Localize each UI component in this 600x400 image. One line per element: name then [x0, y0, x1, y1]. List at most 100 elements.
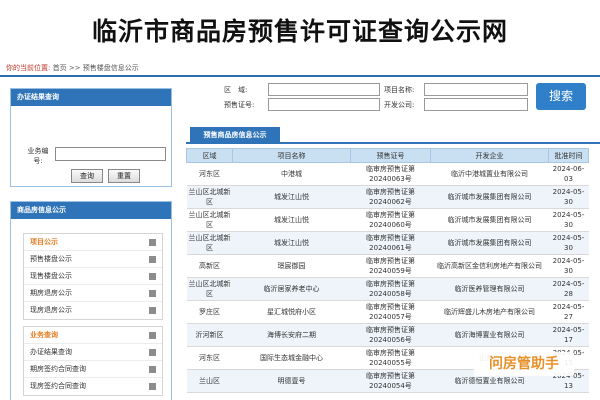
menu-item-presale-refunds[interactable]: 期房退房公示: [24, 285, 162, 302]
cell-project-link[interactable]: 国际生态城金融中心: [232, 346, 351, 370]
cell-project-link[interactable]: 海博长安府二期: [232, 323, 351, 347]
cell-developer: 临沂高新区金信利房地产有限公司: [430, 254, 549, 278]
cell-permit: 临审房预售证第20240061号: [350, 231, 431, 255]
table-row[interactable]: 兰山区北城新区 城发江山悦 临审房预售证第20240062号 临沂城市发展集团有…: [186, 185, 589, 209]
cell-project-link[interactable]: 临沂居家养老中心: [232, 277, 351, 301]
cell-developer: 临沂城市发展集团有限公司: [430, 185, 549, 209]
district-input[interactable]: [268, 83, 380, 96]
cell-district: 沂河新区: [186, 323, 233, 347]
menu-item-certificate-results[interactable]: 办证结果查询: [24, 344, 162, 361]
breadcrumb-label: 你的当前位置:: [6, 64, 51, 72]
cell-district: 兰山区北城新区: [186, 185, 233, 209]
presale-search-form: 区 域: 预售证号: 项目名称: 开发公司: 搜索: [186, 80, 600, 120]
table-row[interactable]: 兰山区北城新区 城发江山悦 临审房预售证第20240060号 临沂城市发展集团有…: [186, 208, 589, 232]
cell-permit: 临审房预售证第20240060号: [350, 208, 431, 232]
menu-group-project: 项目公示 预售楼盘公示 现售楼盘公示 期房退房公示 现房退房公示: [23, 233, 163, 320]
square-bullet-icon: [149, 383, 156, 390]
cell-permit: 临审房预售证第20240056号: [350, 323, 431, 347]
cell-district: 兰山区北城新区: [186, 208, 233, 232]
menu-item-current-refunds[interactable]: 现房退房公示: [24, 302, 162, 319]
table-row[interactable]: 河东区 中港城 临审房预售证第20240063号 临沂中港城置业有限公司 202…: [186, 162, 589, 186]
header-divider: [0, 75, 600, 77]
developer-input[interactable]: [424, 98, 528, 111]
site-title: 临沂市商品房预售许可证查询公示网: [91, 17, 508, 46]
cell-developer: 临沂中港城置业有限公司: [430, 162, 549, 186]
column-header-permit: 预售证号: [350, 148, 431, 163]
developer-label: 开发公司:: [384, 101, 415, 109]
table-row[interactable]: 兰山区北城新区 城发江山悦 临审房预售证第20240061号 临沂城市发展集团有…: [186, 231, 589, 255]
square-bullet-icon: [149, 332, 156, 339]
permit-number-label: 预售证号:: [224, 101, 255, 109]
cell-project-link[interactable]: 中港城: [232, 162, 351, 186]
sidebar: 办证结果查询 业务编号: 查询 重置 商品房信息公示 项目公示 预售楼盘公示 现…: [10, 88, 172, 400]
permit-number-input[interactable]: [268, 98, 380, 111]
site-banner: 临沂市商品房预售许可证查询公示网: [0, 0, 600, 60]
watermark-logo: 问房管助手: [474, 352, 574, 376]
cell-permit: 临审房预售证第20240059号: [350, 254, 431, 278]
tab-presale-info[interactable]: 预售商品房信息公示: [190, 127, 280, 144]
certificate-search-form: 业务编号: 查询 重置: [11, 106, 171, 186]
cell-permit: 临审房预售证第20240062号: [350, 185, 431, 209]
project-name-label: 项目名称:: [384, 86, 415, 94]
table-row[interactable]: 兰山区北城新区 临沂居家养老中心 临审房预售证第20240058号 临沂医养管理…: [186, 277, 589, 301]
cell-developer: 临沂城市发展集团有限公司: [430, 208, 549, 232]
cell-project-link[interactable]: 明德壹号: [232, 369, 351, 393]
cell-permit: 临审房预售证第20240058号: [350, 277, 431, 301]
table-row[interactable]: 沂河新区 海博长安府二期 临审房预售证第20240056号 临沂海博置业有限公司…: [186, 323, 589, 347]
column-header-project: 项目名称: [232, 148, 351, 163]
table-row[interactable]: 高新区 璟宸御园 临审房预售证第20240059号 临沂高新区金信利房地产有限公…: [186, 254, 589, 278]
cell-approval-date: 2024-05-30: [548, 254, 589, 278]
cell-approval-date: 2024-05-30: [548, 231, 589, 255]
square-bullet-icon: [149, 273, 156, 280]
menu-group-title[interactable]: 项目公示: [24, 234, 162, 251]
cell-approval-date: 2024-05-30: [548, 208, 589, 232]
cell-permit: 临审房预售证第20240055号: [350, 346, 431, 370]
project-name-input[interactable]: [424, 83, 528, 96]
housing-info-panel: 商品房信息公示 项目公示 预售楼盘公示 现售楼盘公示 期房退房公示 现房退房公示…: [10, 201, 172, 400]
cell-project-link[interactable]: 城发江山悦: [232, 185, 351, 209]
cell-permit: 临审房预售证第20240063号: [350, 162, 431, 186]
certificate-search-panel: 办证结果查询 业务编号: 查询 重置: [10, 88, 172, 187]
table-header-row: 区域 项目名称 预售证号 开发企业 批准时间: [186, 148, 589, 163]
menu-group-business: 业务查询 办证结果查询 期房签约合同查询 现房签约合同查询: [23, 326, 163, 396]
square-bullet-icon: [149, 239, 156, 246]
menu-item-current-contracts[interactable]: 现房签约合同查询: [24, 378, 162, 395]
breadcrumb: 你的当前位置: 首页 >> 预售楼盘信息公示: [6, 62, 139, 74]
cell-district: 高新区: [186, 254, 233, 278]
cell-permit: 临审房预售证第20240054号: [350, 369, 431, 393]
cell-developer: 临沂辉盛儿木房地产有限公司: [430, 300, 549, 324]
column-header-developer: 开发企业: [430, 148, 549, 163]
breadcrumb-home-link[interactable]: 首页 >>: [53, 64, 81, 72]
search-button[interactable]: 搜索: [536, 83, 586, 110]
menu-item-presale-contracts[interactable]: 期房签约合同查询: [24, 361, 162, 378]
cell-approval-date: 2024-05-28: [548, 277, 589, 301]
cell-approval-date: 2024-05-27: [548, 300, 589, 324]
reset-button[interactable]: 重置: [108, 169, 140, 183]
menu-item-presale-projects[interactable]: 预售楼盘公示: [24, 251, 162, 268]
square-bullet-icon: [149, 349, 156, 356]
housing-info-menu: 项目公示 预售楼盘公示 现售楼盘公示 期房退房公示 现房退房公示 业务查询 办证…: [11, 219, 171, 400]
square-bullet-icon: [149, 307, 156, 314]
cell-project-link[interactable]: 城发江山悦: [232, 231, 351, 255]
certificate-search-title: 办证结果查询: [11, 89, 171, 106]
cell-approval-date: 2024-05-17: [548, 323, 589, 347]
column-header-approval-date: 批准时间: [548, 148, 589, 163]
table-row[interactable]: 罗庄区 星汇城悦府小区 临审房预售证第20240057号 临沂辉盛儿木房地产有限…: [186, 300, 589, 324]
menu-item-current-sale-projects[interactable]: 现售楼盘公示: [24, 268, 162, 285]
district-label: 区 域:: [224, 86, 248, 94]
menu-group-title[interactable]: 业务查询: [24, 327, 162, 344]
square-bullet-icon: [149, 366, 156, 373]
cell-developer: 临沂海博置业有限公司: [430, 323, 549, 347]
cell-project-link[interactable]: 星汇城悦府小区: [232, 300, 351, 324]
cell-project-link[interactable]: 璟宸御园: [232, 254, 351, 278]
cell-approval-date: 2024-06-03: [548, 162, 589, 186]
cell-district: 兰山区北城新区: [186, 231, 233, 255]
breadcrumb-current: 预售楼盘信息公示: [82, 64, 139, 72]
content-tab-bar: 预售商品房信息公示: [186, 126, 600, 144]
cell-district: 河东区: [186, 346, 233, 370]
query-button[interactable]: 查询: [71, 169, 103, 183]
cell-approval-date: 2024-05-30: [548, 185, 589, 209]
cell-project-link[interactable]: 城发江山悦: [232, 208, 351, 232]
business-number-input[interactable]: [55, 147, 166, 161]
cell-district: 河东区: [186, 162, 233, 186]
